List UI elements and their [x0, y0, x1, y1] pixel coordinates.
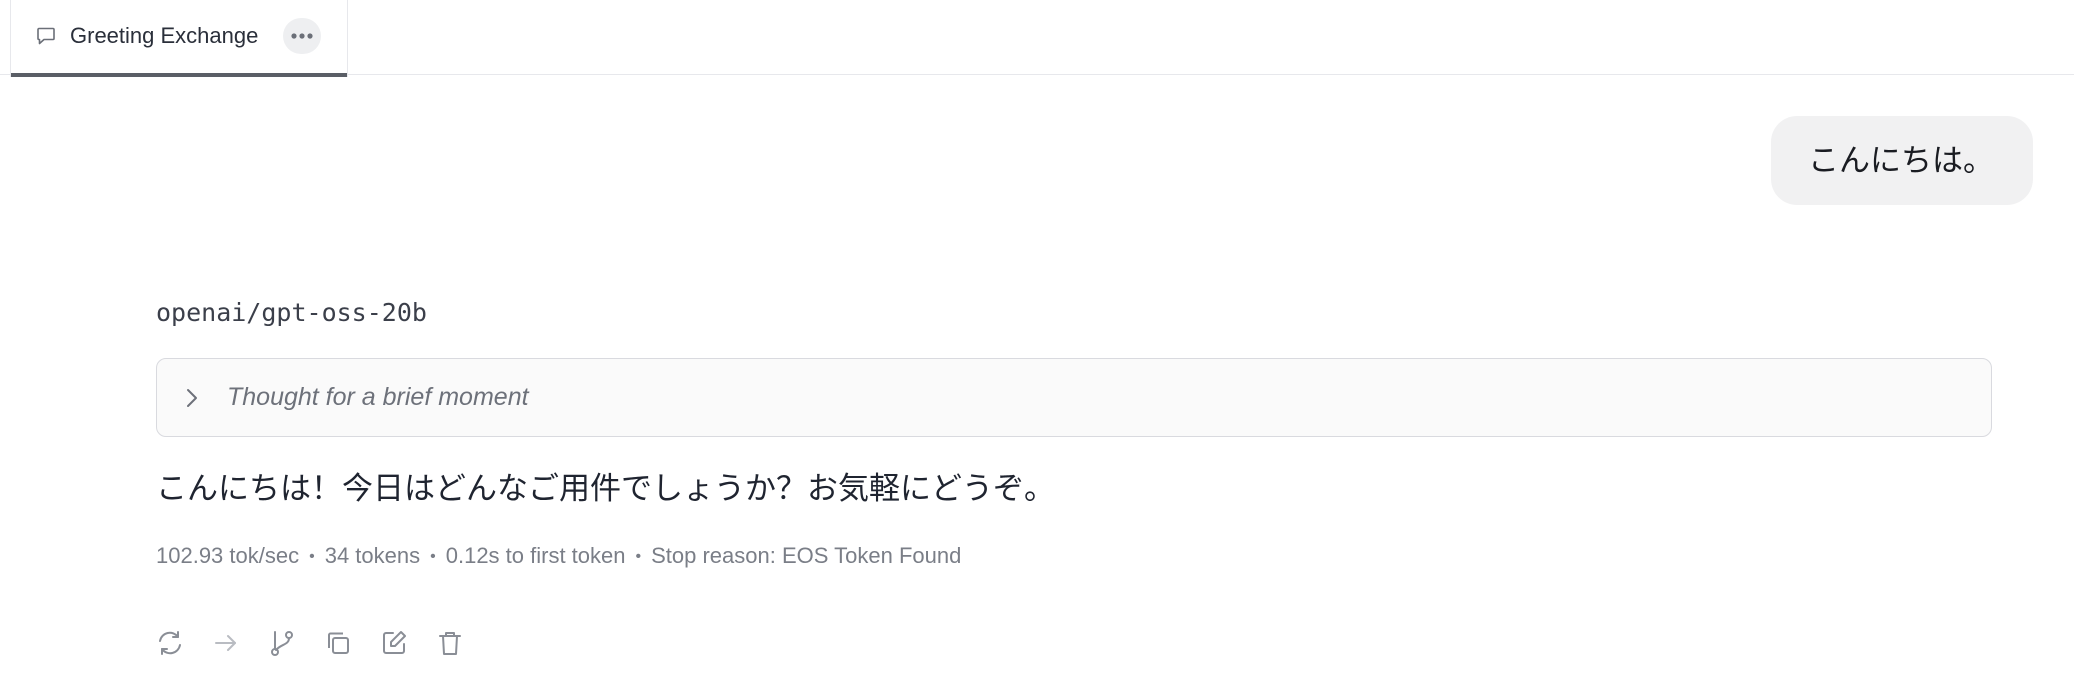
- chat-bubble-icon: [36, 26, 56, 46]
- ellipsis-icon: [291, 33, 313, 39]
- tab-bar: Greeting Exchange: [0, 0, 2074, 77]
- active-tab-indicator: [11, 73, 347, 77]
- tab-more-button[interactable]: [283, 18, 321, 54]
- tab-title: Greeting Exchange: [70, 23, 259, 48]
- tokens-per-second: 102.93 tok/sec: [156, 543, 300, 568]
- model-name: openai/gpt-oss-20b: [156, 298, 427, 327]
- thought-label: Thought for a brief moment: [227, 383, 529, 411]
- branch-icon[interactable]: [267, 628, 297, 658]
- user-message-bubble: こんにちは。: [1771, 116, 2033, 205]
- chevron-right-icon: [185, 386, 199, 415]
- stop-reason: Stop reason: EOS Token Found: [651, 543, 962, 568]
- delete-icon[interactable]: [435, 628, 465, 658]
- tab-greeting-exchange[interactable]: Greeting Exchange: [10, 0, 348, 77]
- thought-toggle[interactable]: Thought for a brief moment: [156, 358, 1992, 437]
- continue-arrow-icon[interactable]: [211, 628, 241, 658]
- separator: •: [635, 548, 642, 565]
- copy-icon[interactable]: [323, 628, 353, 658]
- time-to-first-token: 0.12s to first token: [445, 543, 626, 568]
- edit-icon[interactable]: [379, 628, 409, 658]
- generation-stats: 102.93 tok/sec • 34 tokens • 0.12s to first …: [156, 543, 961, 569]
- assistant-reply: こんにちは！今日はどんなご用件でしょうか？お気軽にどうぞ。: [156, 471, 1055, 506]
- separator: •: [430, 548, 436, 565]
- regenerate-icon[interactable]: [155, 628, 185, 658]
- separator: •: [309, 548, 315, 565]
- token-count: 34 tokens: [324, 543, 421, 568]
